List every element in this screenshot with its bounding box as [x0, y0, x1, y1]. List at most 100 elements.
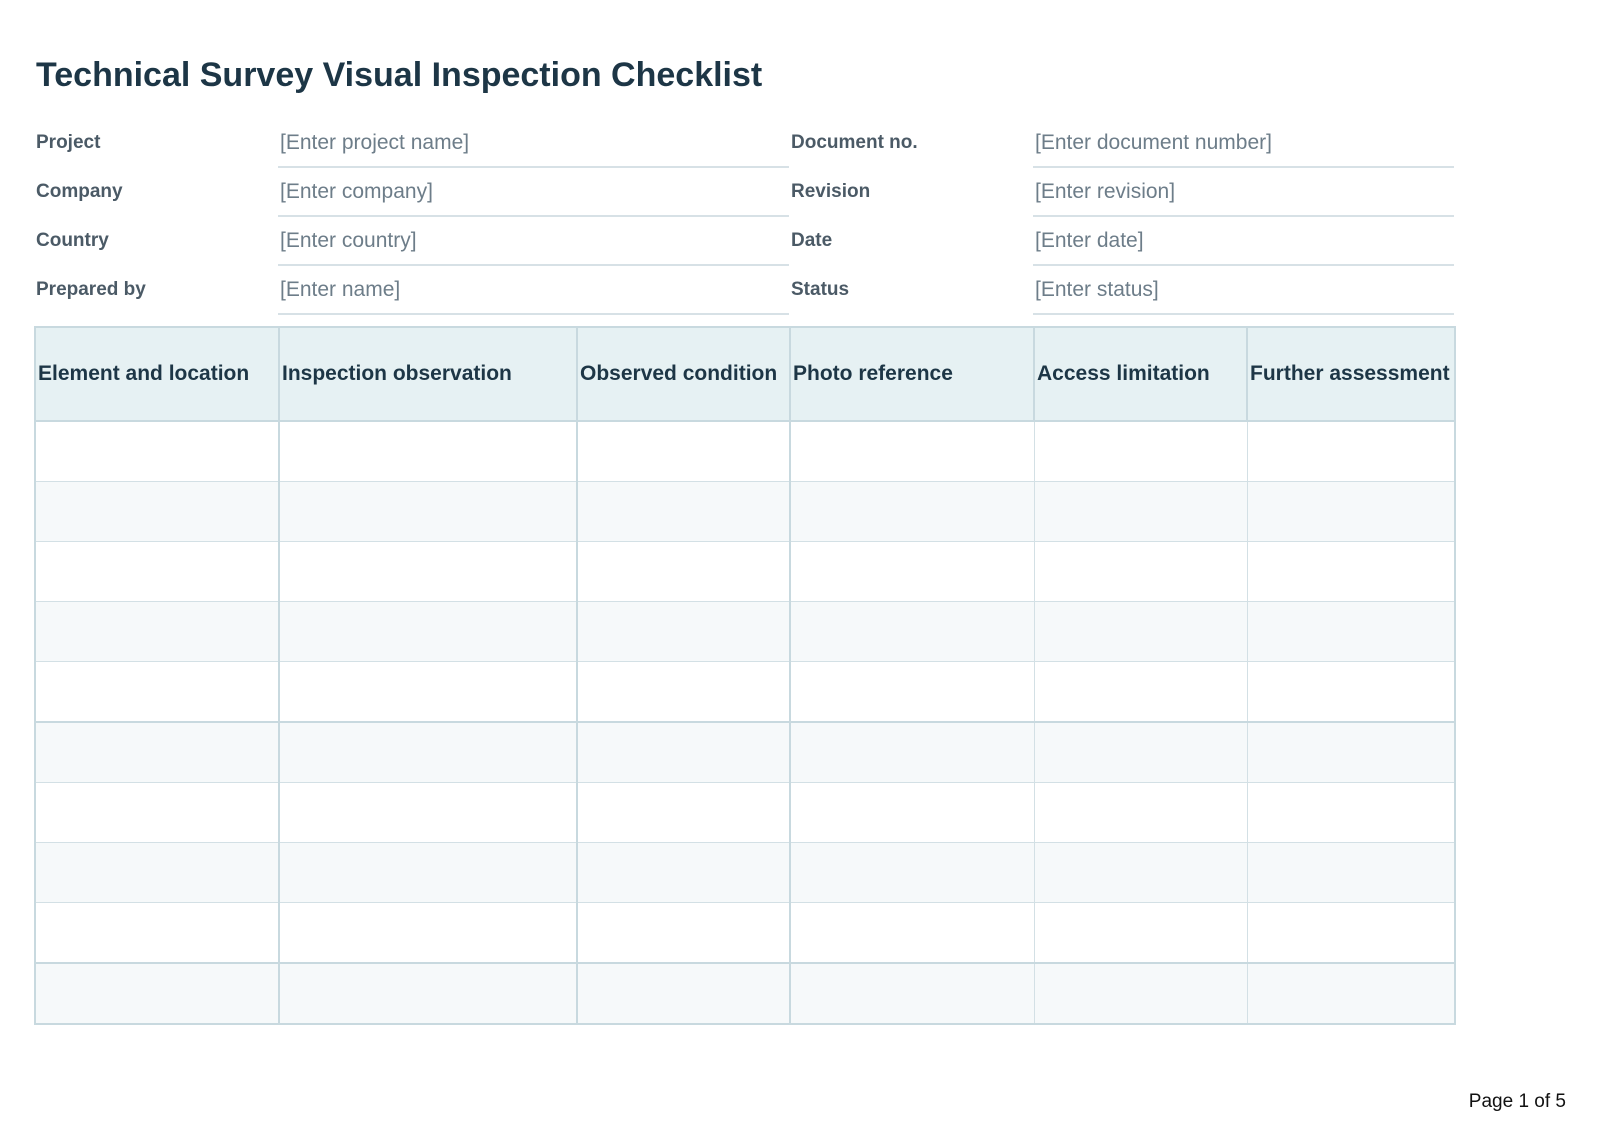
- table-cell[interactable]: [278, 661, 578, 723]
- table-cell[interactable]: [1033, 481, 1248, 542]
- column-header-inspection-observation: Inspection observation: [278, 326, 578, 422]
- table-cell[interactable]: [576, 420, 791, 482]
- page-number: Page 1 of 5: [1468, 1091, 1566, 1112]
- table-cell[interactable]: [576, 601, 791, 662]
- table-cell[interactable]: [278, 541, 578, 602]
- country-label: Country: [36, 229, 109, 251]
- table-cell[interactable]: [1246, 842, 1456, 903]
- table-cell[interactable]: [1246, 721, 1456, 783]
- table-row: [34, 481, 1456, 542]
- meta-row: Project [Enter project name] Document no…: [34, 119, 1454, 168]
- table-cell[interactable]: [34, 721, 280, 783]
- table-cell[interactable]: [278, 842, 578, 903]
- date-label: Date: [791, 229, 833, 251]
- inspection-table: Element and location Inspection observat…: [34, 326, 1456, 1025]
- table-cell[interactable]: [278, 481, 578, 542]
- column-header-element-location: Element and location: [34, 326, 280, 422]
- document-info-table: Project [Enter project name] Document no…: [34, 119, 1454, 315]
- table-cell[interactable]: [278, 601, 578, 662]
- table-row: [34, 541, 1456, 602]
- table-cell[interactable]: [789, 661, 1035, 723]
- table-cell[interactable]: [1033, 721, 1248, 783]
- status-field[interactable]: [Enter status]: [1033, 265, 1454, 315]
- table-cell[interactable]: [1033, 962, 1248, 1025]
- revision-field[interactable]: [Enter revision]: [1033, 167, 1454, 217]
- meta-row: Prepared by [Enter name] Status [Enter s…: [34, 265, 1454, 315]
- table-cell[interactable]: [576, 782, 791, 843]
- table-cell[interactable]: [789, 541, 1035, 602]
- table-cell[interactable]: [278, 962, 578, 1025]
- table-row: [34, 661, 1456, 723]
- table-cell[interactable]: [1033, 782, 1248, 843]
- table-cell[interactable]: [576, 541, 791, 602]
- table-cell[interactable]: [1033, 601, 1248, 662]
- table-cell[interactable]: [34, 420, 280, 482]
- table-cell[interactable]: [278, 721, 578, 783]
- column-header-further-assessment: Further assessment: [1246, 326, 1456, 422]
- table-header-row: Element and location Inspection observat…: [34, 326, 1456, 422]
- table-cell[interactable]: [576, 661, 791, 723]
- document-no-label: Document no.: [791, 132, 918, 153]
- document-no-field[interactable]: [Enter document number]: [1033, 119, 1454, 168]
- table-cell[interactable]: [1033, 420, 1248, 482]
- table-cell[interactable]: [278, 902, 578, 964]
- table-cell[interactable]: [1033, 661, 1248, 723]
- table-cell[interactable]: [1246, 782, 1456, 843]
- meta-row: Country [Enter country] Date [Enter date…: [34, 216, 1454, 266]
- prepared-by-label: Prepared by: [36, 278, 146, 300]
- table-cell[interactable]: [34, 541, 280, 602]
- table-cell[interactable]: [1246, 661, 1456, 723]
- table-cell[interactable]: [789, 782, 1035, 843]
- table-cell[interactable]: [1246, 601, 1456, 662]
- table-cell[interactable]: [1246, 962, 1456, 1025]
- table-cell[interactable]: [34, 782, 280, 843]
- table-cell[interactable]: [789, 902, 1035, 964]
- table-cell[interactable]: [789, 962, 1035, 1025]
- table-cell[interactable]: [789, 721, 1035, 783]
- table-cell[interactable]: [789, 420, 1035, 482]
- country-field[interactable]: [Enter country]: [278, 216, 789, 266]
- revision-label: Revision: [791, 180, 871, 202]
- table-cell[interactable]: [34, 661, 280, 723]
- table-cell[interactable]: [278, 420, 578, 482]
- table-cell[interactable]: [1246, 541, 1456, 602]
- company-field[interactable]: [Enter company]: [278, 167, 789, 217]
- table-cell[interactable]: [34, 962, 280, 1025]
- table-cell[interactable]: [1246, 420, 1456, 482]
- table-cell[interactable]: [1246, 481, 1456, 542]
- meta-row: Company [Enter company] Revision [Enter …: [34, 167, 1454, 217]
- table-row: [34, 782, 1456, 843]
- table-cell[interactable]: [789, 481, 1035, 542]
- table-cell[interactable]: [576, 842, 791, 903]
- table-cell[interactable]: [789, 842, 1035, 903]
- prepared-by-field[interactable]: [Enter name]: [278, 265, 789, 315]
- table-cell[interactable]: [1033, 842, 1248, 903]
- table-cell[interactable]: [576, 902, 791, 964]
- table-cell[interactable]: [1033, 541, 1248, 602]
- column-header-observed-condition: Observed condition: [576, 326, 791, 422]
- table-row: [34, 721, 1456, 783]
- table-row: [34, 420, 1456, 482]
- company-label: Company: [36, 180, 123, 202]
- table-cell[interactable]: [34, 842, 280, 903]
- table-cell[interactable]: [34, 481, 280, 542]
- table-cell[interactable]: [1246, 902, 1456, 964]
- table-cell[interactable]: [789, 601, 1035, 662]
- table-row: [34, 902, 1456, 964]
- table-cell[interactable]: [576, 481, 791, 542]
- table-row: [34, 842, 1456, 903]
- table-cell[interactable]: [278, 782, 578, 843]
- table-cell[interactable]: [576, 962, 791, 1025]
- table-row: [34, 962, 1456, 1025]
- date-field[interactable]: [Enter date]: [1033, 216, 1454, 266]
- project-field[interactable]: [Enter project name]: [278, 119, 789, 168]
- table-cell[interactable]: [1033, 902, 1248, 964]
- column-header-access-limitation: Access limitation: [1033, 326, 1248, 422]
- table-row: [34, 601, 1456, 662]
- table-cell[interactable]: [34, 902, 280, 964]
- table-cell[interactable]: [34, 601, 280, 662]
- column-header-photo-reference: Photo reference: [789, 326, 1035, 422]
- table-cell[interactable]: [576, 721, 791, 783]
- page-title: Technical Survey Visual Inspection Check…: [36, 56, 763, 94]
- status-label: Status: [791, 278, 850, 300]
